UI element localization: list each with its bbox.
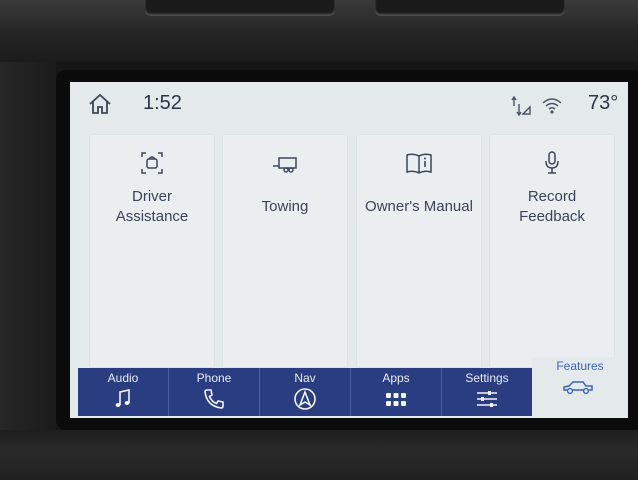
tile-driver-assistance[interactable]: Driver Assistance: [90, 135, 214, 367]
book-icon: [406, 153, 432, 174]
tile-label-line1: Driver: [132, 188, 172, 205]
nav-phone[interactable]: Phone: [169, 368, 260, 416]
nav-label: Nav: [294, 371, 316, 385]
tile-label-line1: Owner's Manual: [365, 198, 473, 215]
nav-settings[interactable]: Settings: [442, 368, 532, 416]
status-bar: 1:52 73°: [70, 82, 628, 128]
air-vent-right: [375, 0, 565, 16]
bottom-nav-bar: Audio Phone Nav Apps Settings: [78, 368, 532, 416]
tile-towing[interactable]: Towing: [223, 135, 347, 367]
nav-features-active[interactable]: Features: [532, 357, 628, 418]
music-note-icon: [115, 389, 130, 407]
apps-grid-icon: [386, 393, 406, 406]
dashboard-left-trim: [0, 62, 56, 430]
nav-apps[interactable]: Apps: [351, 368, 442, 416]
navigation-arrow-icon: [294, 388, 316, 410]
air-vent-left: [145, 0, 335, 16]
clock: 1:52: [143, 92, 182, 114]
settings-sliders-icon: [477, 391, 497, 407]
tile-label-line1: Towing: [261, 198, 309, 215]
wifi-icon: [542, 98, 562, 114]
nav-audio[interactable]: Audio: [78, 368, 169, 416]
dashboard-top: [0, 0, 638, 62]
vehicle-icon: [563, 381, 593, 395]
data-signal-icon: [511, 95, 531, 116]
nav-nav[interactable]: Nav: [260, 368, 351, 416]
nav-label: Phone: [196, 371, 232, 385]
trailer-icon: [273, 157, 297, 173]
nav-label: Apps: [382, 371, 410, 385]
tile-label-line2: Feedback: [519, 208, 585, 225]
driver-assistance-icon: [141, 152, 163, 174]
home-icon[interactable]: [87, 91, 113, 117]
tile-record-feedback[interactable]: Record Feedback: [490, 135, 614, 367]
nav-label: Audio: [107, 371, 139, 385]
tile-label-line2: Assistance: [115, 208, 189, 225]
phone-icon: [204, 389, 224, 409]
tile-label-line1: Record: [527, 188, 577, 205]
nav-label: Settings: [465, 371, 509, 385]
nav-label: Features: [556, 359, 604, 373]
dashboard-bottom: [0, 430, 638, 480]
infotainment-screen: 1:52 73° Driver Assistance Towing Owner'…: [70, 82, 628, 418]
tile-owners-manual[interactable]: Owner's Manual: [357, 135, 481, 367]
outside-temperature: 73°: [588, 92, 619, 114]
microphone-icon: [545, 151, 559, 174]
